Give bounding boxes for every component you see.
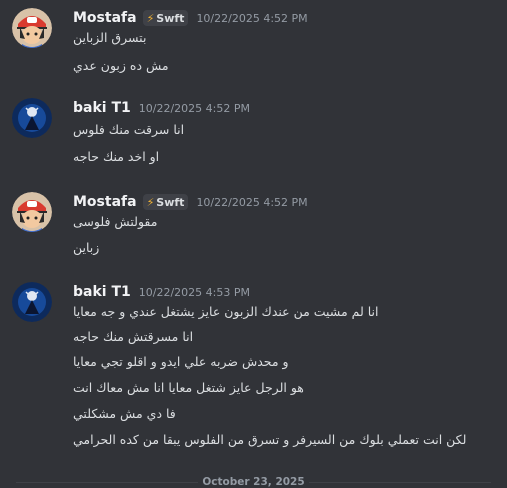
username[interactable]: Mostafa: [73, 10, 137, 26]
avatar[interactable]: [12, 282, 52, 322]
message-text: انا لم مشيت من عندك الزبون عايز يشتغل عن…: [73, 304, 379, 319]
avatar-dark-icon: [12, 282, 52, 322]
message-text: لكن انت تعملي بلوك من السيرفر و تسرق من …: [73, 432, 467, 447]
message-text: مقولتش فلوسى: [73, 214, 158, 229]
server-tag[interactable]: ⚡ Swft: [142, 10, 189, 26]
timestamp: 10/22/2025 4:52 PM: [196, 195, 308, 209]
message-header: baki T1 10/22/2025 4:53 PM: [73, 282, 250, 302]
message-text: فا دي مش مشكلتي: [73, 406, 176, 421]
message-text: انا مسرقتش منك حاجه: [73, 329, 194, 344]
avatar[interactable]: [12, 8, 52, 48]
server-tag-label: Swft: [156, 11, 185, 25]
message-text: او اخد منك حاجه: [73, 149, 160, 164]
avatar[interactable]: [12, 98, 52, 138]
message-header: Mostafa ⚡ Swft 10/22/2025 4:52 PM: [73, 8, 308, 28]
timestamp: 10/22/2025 4:53 PM: [138, 285, 250, 299]
username[interactable]: baki T1: [73, 284, 131, 300]
timestamp: 10/22/2025 4:52 PM: [196, 11, 308, 25]
avatar-dark-icon: [12, 98, 52, 138]
lightning-icon: ⚡: [146, 11, 155, 25]
server-tag[interactable]: ⚡ Swft: [142, 194, 189, 210]
message-header: baki T1 10/22/2025 4:52 PM: [73, 98, 250, 118]
avatar-ash-icon: [12, 192, 52, 232]
message-text: بتسرق الزباين: [73, 30, 147, 45]
message-text: مش ده زبون عدي: [73, 58, 169, 73]
avatar-ash-icon: [12, 8, 52, 48]
divider-line: [16, 481, 199, 483]
message-text: انا سرقت منك فلوس: [73, 122, 185, 137]
avatar[interactable]: [12, 192, 52, 232]
date-divider: October 23, 2025: [16, 476, 491, 488]
server-tag-label: Swft: [156, 195, 185, 209]
username[interactable]: baki T1: [73, 100, 131, 116]
message-header: Mostafa ⚡ Swft 10/22/2025 4:52 PM: [73, 192, 308, 212]
divider-line: [308, 481, 491, 483]
timestamp: 10/22/2025 4:52 PM: [138, 101, 250, 115]
username[interactable]: Mostafa: [73, 194, 137, 210]
message-text: هو الرجل عايز شتغل معايا انا مش معاك انت: [73, 380, 304, 395]
lightning-icon: ⚡: [146, 195, 155, 209]
message-text: زباين: [73, 240, 100, 255]
message-text: و محدش ضربه علي ايدو و اقلو تجي معايا: [73, 354, 289, 369]
date-divider-label: October 23, 2025: [202, 476, 305, 488]
